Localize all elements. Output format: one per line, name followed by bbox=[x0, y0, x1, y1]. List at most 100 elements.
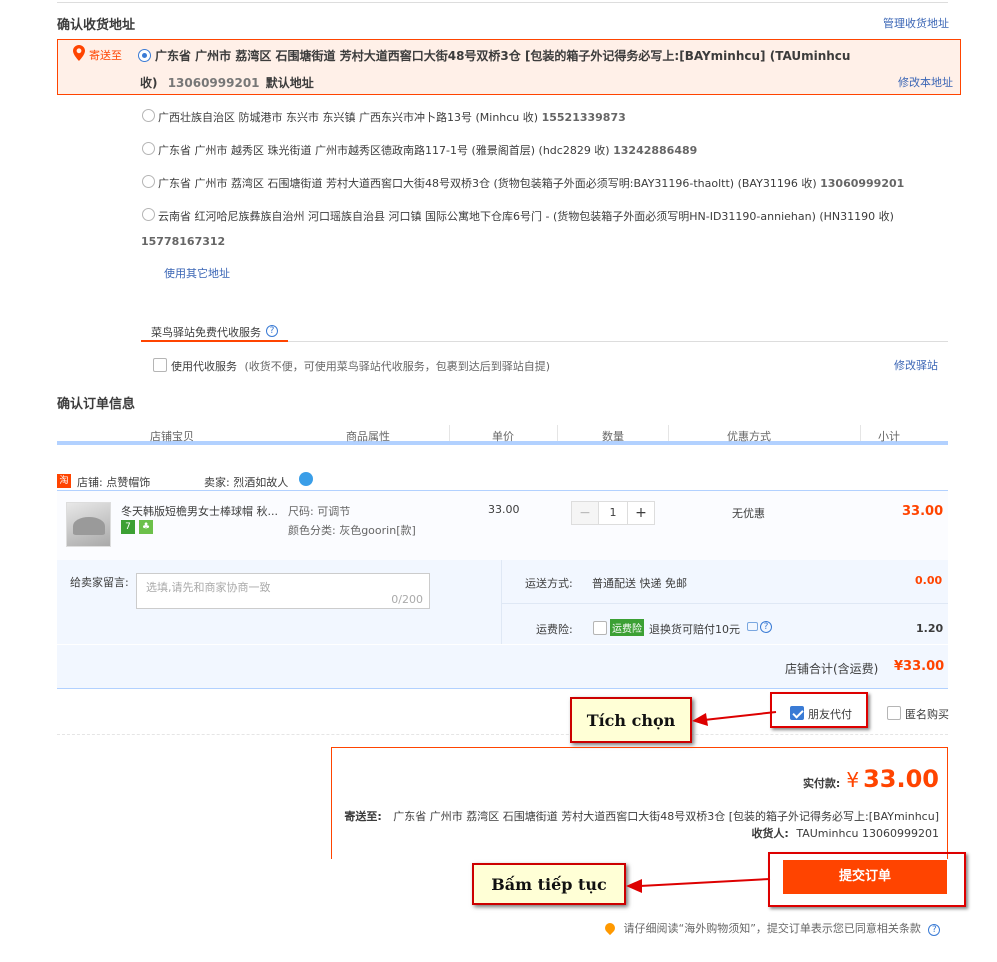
service-badge: ♣ bbox=[139, 520, 153, 534]
insurance-label: 运费险: bbox=[536, 623, 573, 636]
quantity-stepper[interactable]: − 1 + bbox=[571, 501, 655, 525]
taobao-shop-icon: 淘 bbox=[57, 474, 71, 488]
address-phone: 13060999201 bbox=[820, 177, 905, 190]
selected-address-suffix: 收) bbox=[140, 76, 158, 90]
address-radio-3[interactable] bbox=[142, 175, 155, 188]
col-header-price: 单价 bbox=[492, 430, 514, 443]
item-subtotal: 33.00 bbox=[902, 504, 944, 519]
shop-total-value: ¥33.00 bbox=[894, 659, 945, 674]
qty-minus-button[interactable]: − bbox=[572, 502, 598, 524]
use-service-label: 使用代收服务 bbox=[171, 360, 237, 373]
shipping-method[interactable]: 普通配送 快递 免邮 bbox=[592, 575, 687, 591]
col-header-discount: 优惠方式 bbox=[727, 430, 771, 443]
paid-amount: 33.00 bbox=[863, 765, 939, 793]
shop-name[interactable]: 店铺: 点赞帽饰 bbox=[77, 474, 150, 490]
use-service-desc: (收货不便，可使用菜鸟驿站代收服务，包裹到达后到驿站自提) bbox=[244, 360, 551, 373]
top-divider bbox=[57, 2, 948, 3]
insurance-price: 1.20 bbox=[916, 622, 944, 635]
use-service-checkbox[interactable] bbox=[153, 358, 167, 372]
col-divider bbox=[557, 425, 558, 441]
cap-image bbox=[73, 517, 105, 535]
attr-size: 尺码: 可调节 bbox=[288, 505, 351, 518]
selected-address-phone: 13060999201 bbox=[167, 76, 260, 90]
info-pin-icon bbox=[602, 920, 618, 936]
friend-pay-highlight bbox=[770, 692, 868, 728]
shop-total-label: 店铺合计(含运费) bbox=[785, 662, 879, 676]
address-phone: 13242886489 bbox=[613, 144, 698, 157]
ship-to-label: 寄送至: bbox=[344, 810, 382, 823]
col-divider bbox=[860, 425, 861, 441]
attr-color: 颜色分类: 灰色goorin[款] bbox=[288, 524, 416, 537]
address-option-2[interactable]: 广东省 广州市 越秀区 珠光街道 广州市越秀区德政南路117-1号 (雅景阁首层… bbox=[158, 142, 697, 158]
order-section-title: 确认订单信息 bbox=[57, 397, 136, 412]
message-counter: 0/200 bbox=[391, 593, 423, 606]
send-to-label: 寄送至 bbox=[89, 49, 122, 62]
insurance-badge: 运费险 bbox=[610, 619, 644, 636]
tab-cainiao-label: 菜鸟驿站免费代收服务 bbox=[151, 326, 261, 339]
address-option-1[interactable]: 广西壮族自治区 防城港市 东兴市 东兴镇 广西东兴市冲卜路13号 (Minhcu… bbox=[158, 109, 626, 125]
item-row: 冬天韩版短檐男女士棒球帽 秋... 7 ♣ 尺码: 可调节 颜色分类: 灰色go… bbox=[57, 491, 948, 560]
ship-to-row: 寄送至: 广东省 广州市 荔湾区 石围塘街道 芳村大道西窖口大街48号双桥3仓 … bbox=[344, 808, 939, 824]
use-other-address-link[interactable]: 使用其它地址 bbox=[164, 265, 230, 281]
selected-address-box[interactable]: 寄送至 广东省 广州市 荔湾区 石围塘街道 芳村大道西窖口大街48号双桥3仓 [… bbox=[57, 39, 961, 95]
col-divider bbox=[668, 425, 669, 441]
modify-address-link[interactable]: 修改本地址 bbox=[898, 74, 953, 90]
help-icon[interactable]: ? bbox=[760, 621, 772, 633]
address-text: 广西壮族自治区 防城港市 东兴市 东兴镇 广西东兴市冲卜路13号 (Minhcu… bbox=[158, 111, 539, 124]
tab-cainiao[interactable]: 菜鸟驿站免费代收服务 ? bbox=[141, 322, 288, 342]
qty-input[interactable]: 1 bbox=[598, 502, 628, 524]
help-icon[interactable]: ? bbox=[928, 924, 941, 936]
shop-total-row: 店铺合计(含运费) ¥33.00 bbox=[57, 645, 948, 689]
message-input[interactable]: 选填,请先和商家协商一致 0/200 bbox=[136, 573, 430, 609]
anonymous-checkbox[interactable] bbox=[887, 706, 901, 720]
notice-text: 请仔细阅读“海外购物须知”，提交订单表示您已同意相关条款 bbox=[623, 922, 921, 935]
manage-address-link[interactable]: 管理收货地址 bbox=[883, 15, 949, 31]
seven-day-return-badge: 7 bbox=[121, 520, 135, 534]
address-option-3[interactable]: 广东省 广州市 荔湾区 石围塘街道 芳村大道西窖口大街48号双桥3仓 (货物包装… bbox=[158, 175, 904, 191]
ship-to-address: 广东省 广州市 荔湾区 石围塘街道 芳村大道西窖口大街48号双桥3仓 [包装的箱… bbox=[393, 810, 939, 823]
address-radio-2[interactable] bbox=[142, 142, 155, 155]
paid-amount-row: 实付款: ¥ 33.00 bbox=[803, 765, 939, 793]
address-option-4[interactable]: 云南省 红河哈尼族彝族自治州 河口瑶族自治县 河口镇 国际公寓地下仓库6号门 -… bbox=[158, 208, 894, 224]
seller-name[interactable]: 卖家: 烈酒如故人 bbox=[204, 474, 288, 490]
panel-divider bbox=[501, 560, 502, 644]
address-text: 广东省 广州市 越秀区 珠光街道 广州市越秀区德政南路117-1号 (雅景阁首层… bbox=[158, 144, 610, 157]
shipping-price: 0.00 bbox=[915, 574, 943, 587]
unit-price: 33.00 bbox=[488, 503, 520, 516]
address-text: 广东省 广州市 荔湾区 石围塘街道 芳村大道西窖口大街48号双桥3仓 (货物包装… bbox=[158, 177, 817, 190]
anonymous-label[interactable]: 匿名购买 bbox=[905, 706, 949, 722]
address-radio-1[interactable] bbox=[142, 109, 155, 122]
col-header-attr: 商品属性 bbox=[346, 430, 390, 443]
order-summary-box: 实付款: ¥ 33.00 寄送至: 广东省 广州市 荔湾区 石围塘街道 芳村大道… bbox=[331, 747, 948, 859]
default-address-tag: 默认地址 bbox=[265, 76, 314, 90]
address-section-title: 确认收货地址 bbox=[57, 18, 136, 33]
selected-address-radio[interactable] bbox=[138, 49, 151, 62]
receiver-value: TAUminhcu 13060999201 bbox=[796, 827, 939, 840]
product-thumbnail[interactable] bbox=[66, 502, 111, 547]
arrow-icon bbox=[626, 878, 771, 893]
message-label: 给卖家留言: bbox=[70, 576, 129, 589]
extras-panel: 给卖家留言: 选填,请先和商家协商一致 0/200 运送方式: 普通配送 快递 … bbox=[57, 560, 948, 644]
address-text: 云南省 红河哈尼族彝族自治州 河口瑶族自治县 河口镇 国际公寓地下仓库6号门 -… bbox=[158, 210, 894, 223]
shipping-label: 运送方式: bbox=[525, 577, 573, 590]
address-radio-4[interactable] bbox=[142, 208, 155, 221]
col-divider bbox=[449, 425, 450, 441]
chat-bubble-icon[interactable] bbox=[747, 622, 758, 631]
location-pin-icon bbox=[73, 45, 85, 61]
chat-icon[interactable] bbox=[299, 472, 313, 486]
col-header-subtotal: 小计 bbox=[878, 430, 900, 443]
help-icon[interactable]: ? bbox=[266, 325, 278, 337]
notice-row: 请仔细阅读“海外购物须知”，提交订单表示您已同意相关条款 ? bbox=[602, 920, 941, 936]
paid-label: 实付款: bbox=[802, 777, 841, 790]
insurance-checkbox[interactable] bbox=[593, 621, 607, 635]
selected-address-line1: 广东省 广州市 荔湾区 石围塘街道 芳村大道西窖口大街48号双桥3仓 [包装的箱… bbox=[155, 49, 851, 63]
currency-symbol: ¥ bbox=[846, 768, 860, 792]
options-divider bbox=[57, 734, 948, 735]
col-header-item: 店铺宝贝 bbox=[150, 430, 194, 443]
address-option-4-phone: 15778167312 bbox=[141, 235, 226, 248]
modify-station-link[interactable]: 修改驿站 bbox=[894, 357, 938, 373]
address-phone: 15521339873 bbox=[541, 111, 626, 124]
panel-divider bbox=[502, 603, 948, 604]
product-title[interactable]: 冬天韩版短檐男女士棒球帽 秋... bbox=[121, 503, 278, 519]
qty-plus-button[interactable]: + bbox=[628, 502, 654, 524]
